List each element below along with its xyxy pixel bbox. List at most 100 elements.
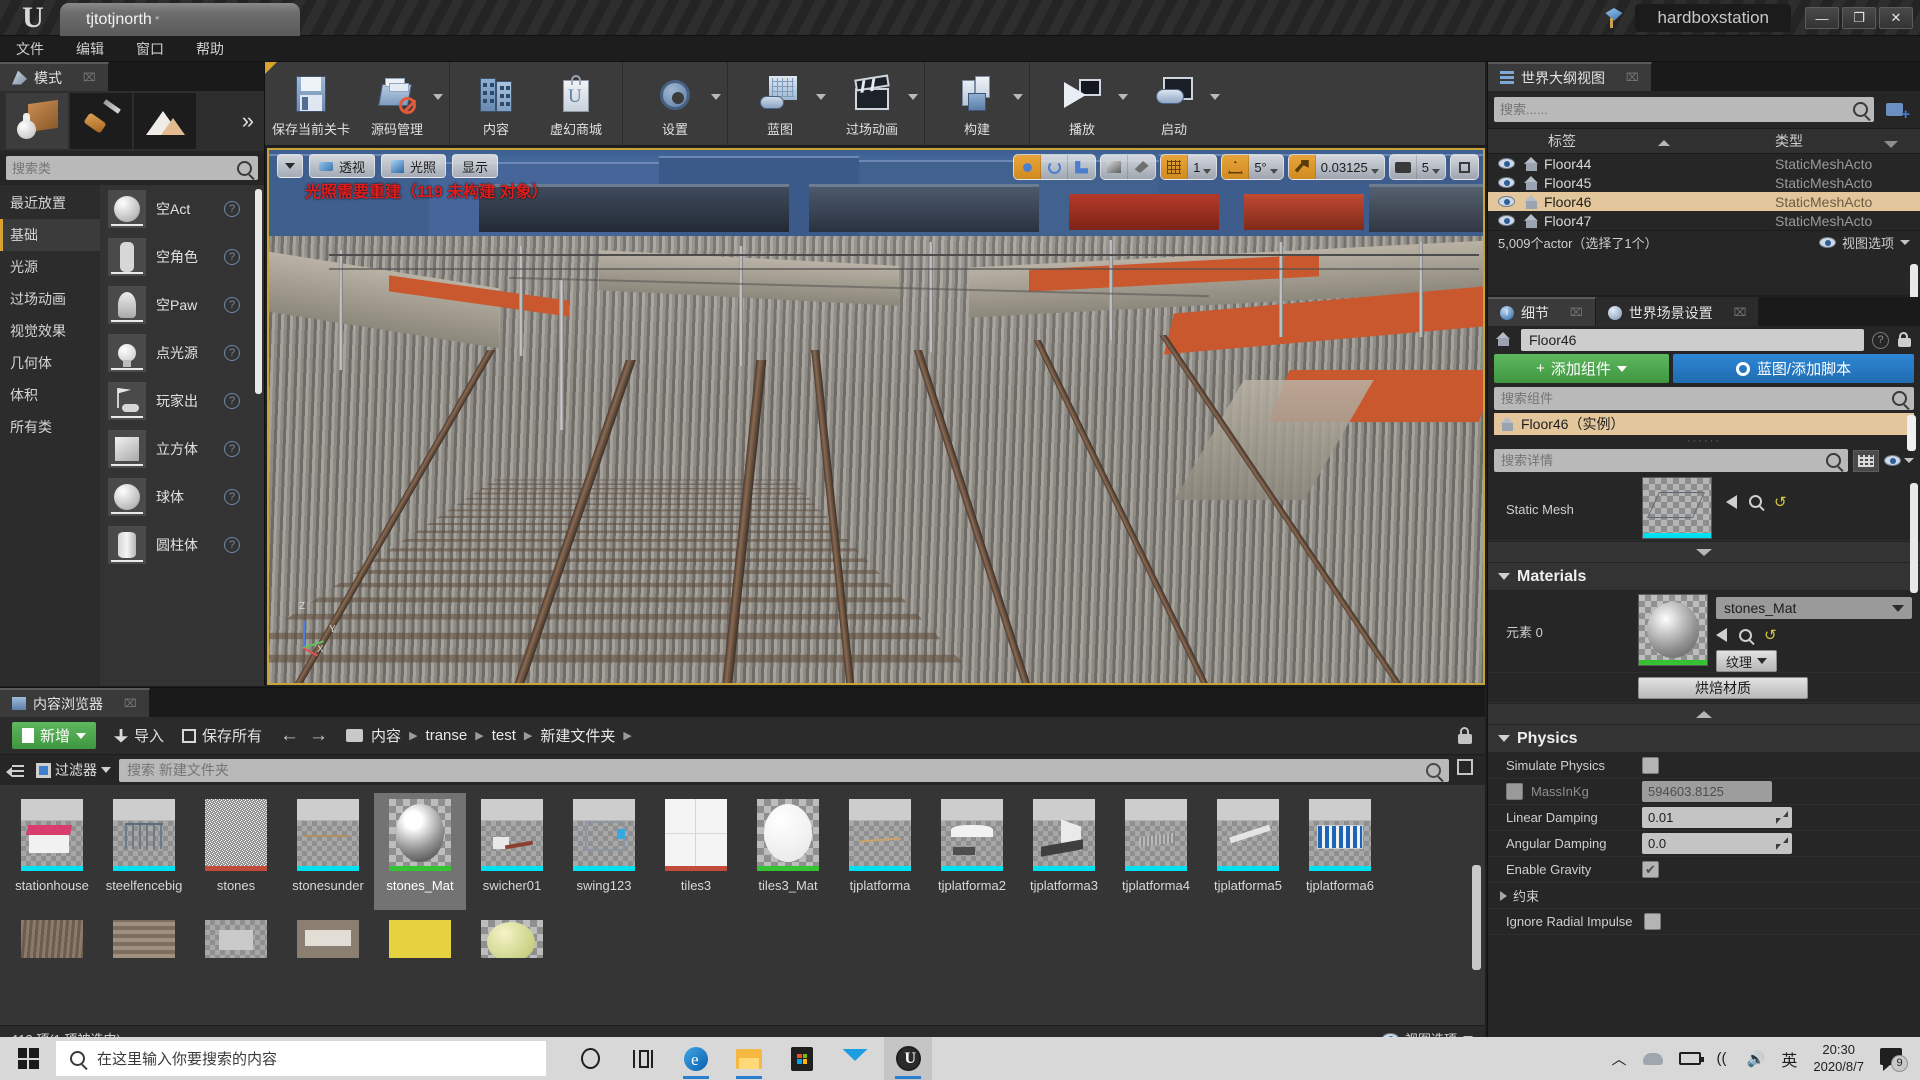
landscape-mode-button[interactable] <box>134 93 196 149</box>
chevron-down-icon[interactable] <box>711 94 721 100</box>
component-row[interactable]: Floor46（实例） <box>1494 413 1914 435</box>
cinematics-button[interactable]: 过场动画 <box>826 62 918 145</box>
start-button[interactable] <box>0 1037 56 1080</box>
table-row[interactable]: Floor47 StaticMeshActo <box>1488 211 1920 230</box>
menu-help[interactable]: 帮助 <box>180 39 240 59</box>
category-basic[interactable]: 基础 <box>0 219 100 251</box>
use-selected-asset-icon[interactable] <box>1726 494 1737 509</box>
asset-tile[interactable]: stonesunder <box>282 793 374 910</box>
details-view-options-button[interactable] <box>1884 455 1914 466</box>
more-modes-icon[interactable]: » <box>242 108 254 134</box>
marketplace-button[interactable]: U 虚幻商城 <box>536 62 616 145</box>
breadcrumb-item[interactable]: 内容 <box>371 725 401 746</box>
visibility-toggle[interactable] <box>1488 158 1524 169</box>
asset-tile[interactable]: stones_Mat <box>374 793 466 910</box>
build-button[interactable]: 构建 <box>931 62 1023 145</box>
outliner-search-box[interactable] <box>1494 97 1874 122</box>
place-mode-button[interactable] <box>6 93 68 149</box>
translate-tool-button[interactable] <box>1014 155 1042 179</box>
asset-tile[interactable]: tjplatforma3 <box>1018 793 1110 910</box>
visibility-toggle[interactable] <box>1488 215 1524 226</box>
linear-damping-field[interactable]: 0.01 <box>1642 807 1792 828</box>
restore-button[interactable]: ❐ <box>1842 7 1876 29</box>
lock-content-browser-button[interactable] <box>1457 727 1473 744</box>
show-hidden-icons[interactable]: ︿ <box>1612 1048 1627 1069</box>
asset-tile[interactable]: tjplatforma4 <box>1110 793 1202 910</box>
ime-indicator[interactable]: 英 <box>1781 1047 1797 1071</box>
help-icon[interactable]: ? <box>224 489 240 505</box>
asset-tile[interactable] <box>466 914 558 958</box>
list-item[interactable]: 点光源 ? <box>100 329 264 377</box>
help-icon[interactable]: ? <box>224 537 240 553</box>
play-button[interactable]: 播放 <box>1036 62 1128 145</box>
chevron-down-icon[interactable] <box>816 94 826 100</box>
wifi-icon[interactable]: (( <box>1717 1050 1731 1067</box>
viewport-lit-button[interactable]: 光照 <box>381 154 447 178</box>
taskbar-search-box[interactable]: 在这里输入你要搜索的内容 <box>56 1041 546 1076</box>
grid-snap-value[interactable]: 1 <box>1188 155 1216 179</box>
spinner-icon[interactable] <box>1776 811 1788 824</box>
column-label[interactable]: 标签 <box>1528 131 1775 151</box>
onedrive-icon[interactable] <box>1642 1052 1663 1065</box>
texture-button[interactable]: 纹理 <box>1716 650 1778 672</box>
modes-search-input[interactable] <box>12 160 237 176</box>
browse-asset-icon[interactable] <box>1739 628 1752 642</box>
asset-tile[interactable] <box>374 914 466 958</box>
asset-tile[interactable]: swicher01 <box>466 793 558 910</box>
blueprint-add-script-button[interactable]: 蓝图/添加脚本 <box>1673 354 1914 383</box>
help-icon[interactable]: ? <box>224 297 240 313</box>
help-icon[interactable]: ? <box>224 441 240 457</box>
rotation-snap-toggle[interactable] <box>1222 155 1250 179</box>
content-button[interactable]: 内容 <box>456 62 536 145</box>
asset-tile[interactable] <box>6 914 98 958</box>
edge-icon[interactable]: e <box>672 1037 720 1080</box>
store-icon[interactable] <box>778 1037 826 1080</box>
notification-center-button[interactable]: 9 <box>1880 1047 1908 1072</box>
list-item[interactable]: 玩家出 ? <box>100 377 264 425</box>
add-new-button[interactable]: 新增 <box>12 722 97 749</box>
settings-button[interactable]: 设置 <box>629 62 721 145</box>
category-all-classes[interactable]: 所有类 <box>0 411 100 443</box>
physics-section-header[interactable]: Physics <box>1488 725 1920 753</box>
add-component-button[interactable]: + 添加组件 <box>1494 354 1669 383</box>
reset-icon[interactable]: ↺ <box>1774 493 1787 511</box>
save-search-button[interactable] <box>1457 759 1479 781</box>
mass-override-checkbox[interactable] <box>1506 783 1523 800</box>
list-item[interactable]: 空角色 ? <box>100 233 264 281</box>
place-list-scrollbar[interactable] <box>255 189 262 394</box>
component-list-scrollbar[interactable] <box>1907 415 1916 451</box>
help-icon[interactable]: ? <box>224 345 240 361</box>
asset-grid-scrollbar[interactable] <box>1472 865 1481 970</box>
save-current-level-button[interactable]: 保存当前关卡 <box>271 62 351 145</box>
visibility-toggle[interactable] <box>1488 177 1524 188</box>
asset-tile[interactable] <box>282 914 374 958</box>
volume-icon[interactable]: 🔊 <box>1747 1050 1766 1068</box>
chevron-down-icon[interactable] <box>1013 94 1023 100</box>
tab-details[interactable]: i 细节 ⌧ <box>1488 297 1596 326</box>
column-type[interactable]: 类型 <box>1775 131 1920 151</box>
asset-tile[interactable]: stationhouse <box>6 793 98 910</box>
cortana-icon[interactable] <box>566 1037 614 1080</box>
minimize-button[interactable]: — <box>1805 7 1839 29</box>
visibility-toggle[interactable] <box>1488 196 1524 207</box>
menu-window[interactable]: 窗口 <box>120 39 180 59</box>
asset-tile[interactable]: steelfencebig <box>98 793 190 910</box>
category-lights[interactable]: 光源 <box>0 251 100 283</box>
outliner-view-options[interactable]: 视图选项 <box>1818 233 1910 252</box>
camera-speed-icon-cell[interactable] <box>1390 155 1417 179</box>
filters-button[interactable]: 过滤器 <box>36 760 111 780</box>
help-icon[interactable]: ? <box>224 393 240 409</box>
paint-mode-button[interactable] <box>70 93 132 149</box>
browse-asset-icon[interactable] <box>1749 495 1762 508</box>
modes-search-box[interactable] <box>6 156 258 180</box>
constraints-row[interactable]: 约束 <box>1488 883 1920 909</box>
outliner-search-input[interactable] <box>1500 102 1853 117</box>
viewport-perspective-button[interactable]: 透视 <box>309 154 376 178</box>
component-search-input[interactable] <box>1501 391 1892 406</box>
asset-tile[interactable]: stones <box>190 793 282 910</box>
world-space-button[interactable] <box>1101 155 1129 179</box>
chevron-down-icon[interactable] <box>1118 94 1128 100</box>
material-select[interactable]: stones_Mat <box>1716 597 1912 619</box>
asset-tile[interactable]: tjplatforma5 <box>1202 793 1294 910</box>
list-item[interactable]: 球体 ? <box>100 473 264 521</box>
